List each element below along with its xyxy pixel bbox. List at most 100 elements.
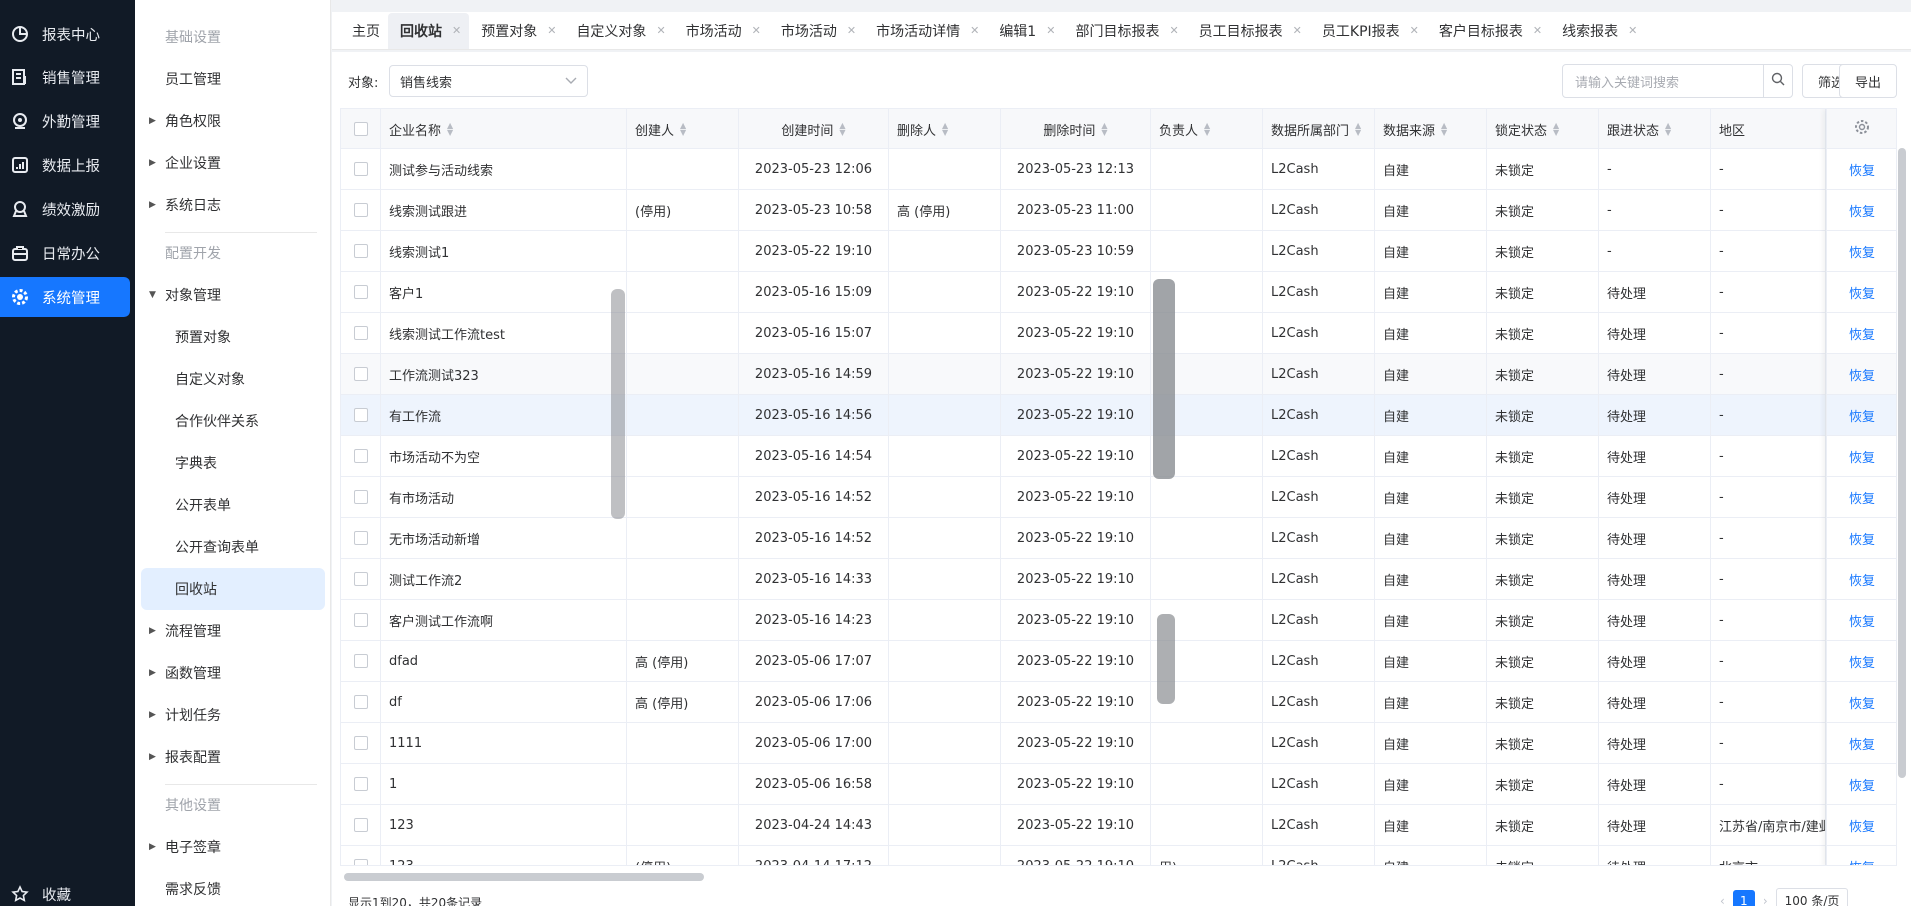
page-number[interactable]: 1: [1732, 889, 1755, 906]
menu-item-employee[interactable]: 员工管理: [135, 58, 331, 100]
nav-item-field[interactable]: 外勤管理: [0, 101, 130, 141]
close-icon[interactable]: ✕: [1293, 24, 1302, 37]
restore-button[interactable]: 恢复: [1849, 529, 1875, 548]
close-icon[interactable]: ✕: [1169, 24, 1178, 37]
table-row[interactable]: 客户1 2023-05-16 15:09 2023-05-22 19:10 L2Cas…: [341, 272, 1896, 313]
restore-button[interactable]: 恢复: [1849, 857, 1875, 866]
close-icon[interactable]: ✕: [752, 24, 761, 37]
menu-item-dict[interactable]: 字典表: [135, 442, 331, 484]
restore-button[interactable]: 恢复: [1849, 160, 1875, 179]
menu-item-feedback[interactable]: 需求反馈: [135, 868, 331, 906]
row-checkbox[interactable]: [353, 490, 368, 504]
nav-item-office[interactable]: 日常办公: [0, 233, 130, 273]
table-row[interactable]: 线索测试工作流test 2023-05-16 15:07 2023-05-22 19…: [341, 313, 1896, 354]
restore-button[interactable]: 恢复: [1849, 365, 1875, 384]
horizontal-scrollbar[interactable]: [344, 873, 704, 881]
tab-emp-kpi[interactable]: 员工KPI报表 ✕: [1310, 13, 1427, 49]
nav-item-favorites[interactable]: 收藏: [0, 874, 130, 906]
menu-item-flow[interactable]: ▶ 流程管理: [135, 610, 331, 652]
object-select[interactable]: 销售线索: [389, 65, 588, 97]
restore-button[interactable]: 恢复: [1849, 816, 1875, 835]
restore-button[interactable]: 恢复: [1849, 201, 1875, 220]
menu-item-partner[interactable]: 合作伙伴关系: [135, 400, 331, 442]
table-row[interactable]: df 高 (停用) 2023-05-06 17:06 2023-05-22 19:10…: [341, 682, 1896, 723]
row-checkbox[interactable]: [353, 531, 368, 545]
row-checkbox[interactable]: [353, 326, 368, 340]
nav-item-performance[interactable]: 绩效激励: [0, 189, 130, 229]
sort-icon[interactable]: ▲ ▼: [1101, 122, 1107, 137]
restore-button[interactable]: 恢复: [1849, 488, 1875, 507]
close-icon[interactable]: ✕: [1628, 24, 1637, 37]
search-button[interactable]: [1763, 64, 1793, 98]
restore-button[interactable]: 恢复: [1849, 775, 1875, 794]
restore-button[interactable]: 恢复: [1849, 652, 1875, 671]
menu-item-report-cfg[interactable]: ▶ 报表配置: [135, 736, 331, 778]
menu-item-public-query[interactable]: 公开查询表单: [135, 526, 331, 568]
table-row[interactable]: 工作流测试323 2023-05-16 14:59 2023-05-22 19:10…: [341, 354, 1896, 395]
sort-icon[interactable]: ▲ ▼: [680, 122, 686, 137]
tab-home[interactable]: 主页: [340, 13, 388, 49]
row-checkbox[interactable]: [353, 244, 368, 258]
row-checkbox[interactable]: [353, 203, 368, 217]
restore-button[interactable]: 恢复: [1849, 242, 1875, 261]
settings-icon[interactable]: [1854, 119, 1870, 139]
table-row[interactable]: 线索测试跟进 (停用) 2023-05-23 10:58 高 (停用) 2023-05-…: [341, 190, 1896, 231]
nav-item-sales[interactable]: 销售管理: [0, 57, 130, 97]
menu-item-object-mgmt[interactable]: ▼ 对象管理: [135, 274, 331, 316]
select-all-checkbox[interactable]: [353, 122, 368, 136]
sort-icon[interactable]: ▲ ▼: [1355, 122, 1361, 137]
column-header[interactable]: 企业名称 ▲ ▼: [381, 109, 627, 149]
nav-item-report-center[interactable]: 报表中心: [0, 14, 130, 54]
tab-market-1[interactable]: 市场活动 ✕: [674, 13, 769, 49]
column-header[interactable]: 数据来源 ▲ ▼: [1375, 109, 1487, 149]
table-row[interactable]: 123(停用)2023-04-14 17:12 2023-05-22 19:10用…: [341, 846, 1896, 866]
column-header[interactable]: 负责人 ▲ ▼: [1151, 109, 1263, 149]
sort-icon[interactable]: ▲ ▼: [1441, 122, 1447, 137]
close-icon[interactable]: ✕: [1410, 24, 1419, 37]
restore-button[interactable]: 恢复: [1849, 611, 1875, 630]
row-checkbox[interactable]: [353, 777, 368, 791]
page-size-select[interactable]: 100 条/页: [1775, 888, 1849, 906]
menu-item-recycle[interactable]: 回收站: [141, 568, 325, 610]
row-checkbox[interactable]: [353, 859, 368, 865]
row-checkbox[interactable]: [353, 285, 368, 299]
restore-button[interactable]: 恢复: [1849, 447, 1875, 466]
row-checkbox[interactable]: [353, 654, 368, 668]
menu-item-custom[interactable]: 自定义对象: [135, 358, 331, 400]
table-row[interactable]: 有工作流 2023-05-16 14:56 2023-05-22 19:10 L2Ca…: [341, 395, 1896, 436]
table-row[interactable]: 123 2023-04-24 14:43 2023-05-22 19:10 L2Cas…: [341, 805, 1896, 846]
tab-cust-target[interactable]: 客户目标报表 ✕: [1427, 13, 1550, 49]
restore-button[interactable]: 恢复: [1849, 570, 1875, 589]
close-icon[interactable]: ✕: [656, 24, 665, 37]
restore-button[interactable]: 恢复: [1849, 734, 1875, 753]
table-row[interactable]: 无市场活动新增 2023-05-16 14:52 2023-05-22 19:10 L…: [341, 518, 1896, 559]
table-row[interactable]: dfad 高 (停用) 2023-05-06 17:07 2023-05-22 19:…: [341, 641, 1896, 682]
restore-button[interactable]: 恢复: [1849, 693, 1875, 712]
table-row[interactable]: 线索测试1 2023-05-22 19:10 2023-05-23 10:59 L2C…: [341, 231, 1896, 272]
row-checkbox[interactable]: [353, 367, 368, 381]
row-checkbox[interactable]: [353, 162, 368, 176]
column-header[interactable]: 删除时间 ▲ ▼: [1001, 109, 1151, 149]
column-header[interactable]: 地区: [1711, 109, 1826, 149]
restore-button[interactable]: 恢复: [1849, 406, 1875, 425]
column-header[interactable]: 删除人 ▲ ▼: [889, 109, 1001, 149]
tab-leads-report[interactable]: 线索报表 ✕: [1550, 13, 1645, 49]
menu-item-company[interactable]: ▶ 企业设置: [135, 142, 331, 184]
search-input[interactable]: 请输入关键词搜索: [1562, 64, 1764, 98]
nav-item-system[interactable]: 系统管理: [0, 277, 130, 317]
vertical-scrollbar[interactable]: [1898, 148, 1906, 778]
menu-item-plan[interactable]: ▶ 计划任务: [135, 694, 331, 736]
tab-emp-target[interactable]: 员工目标报表 ✕: [1187, 13, 1310, 49]
row-checkbox[interactable]: [353, 695, 368, 709]
menu-item-role[interactable]: ▶ 角色权限: [135, 100, 331, 142]
menu-item-public-form[interactable]: 公开表单: [135, 484, 331, 526]
column-header[interactable]: 跟进状态 ▲ ▼: [1599, 109, 1711, 149]
menu-item-syslog[interactable]: ▶ 系统日志: [135, 184, 331, 226]
tab-market-2[interactable]: 市场活动 ✕: [769, 13, 864, 49]
sort-icon[interactable]: ▲ ▼: [839, 122, 845, 137]
row-checkbox[interactable]: [353, 449, 368, 463]
close-icon[interactable]: ✕: [970, 24, 979, 37]
table-row[interactable]: 1111 2023-05-06 17:00 2023-05-22 19:10 L2Ca…: [341, 723, 1896, 764]
table-row[interactable]: 有市场活动 2023-05-16 14:52 2023-05-22 19:10 L2C…: [341, 477, 1896, 518]
table-row[interactable]: 市场活动不为空 2023-05-16 14:54 2023-05-22 19:10 L…: [341, 436, 1896, 477]
